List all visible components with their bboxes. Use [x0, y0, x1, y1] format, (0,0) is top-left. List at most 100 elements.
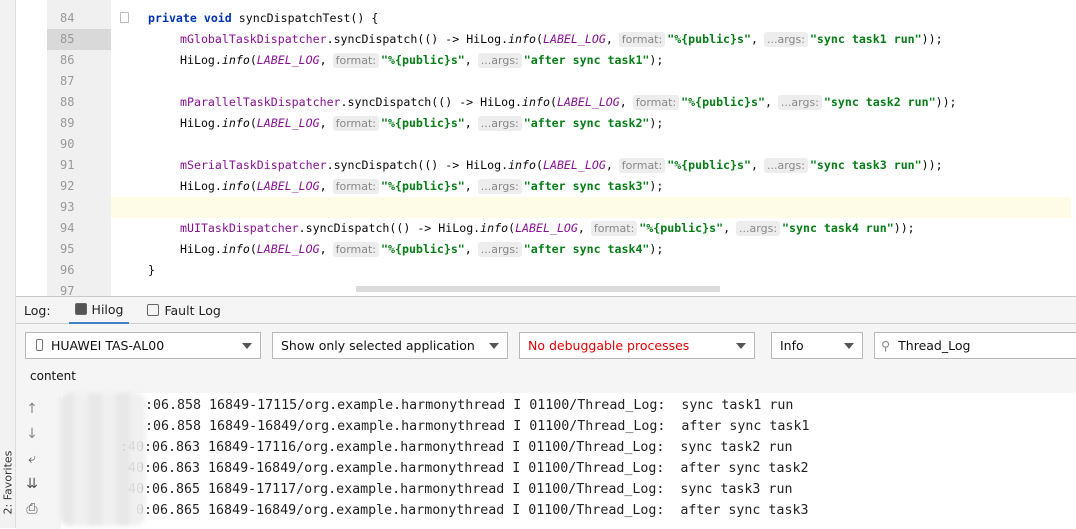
- code-token: info: [221, 53, 250, 67]
- print-icon[interactable]: ⎙: [24, 501, 40, 517]
- hilog-icon: [74, 303, 87, 315]
- code-token: (: [249, 242, 257, 256]
- code-token: "sync task2 run": [823, 95, 936, 109]
- code-token: "%{public}s": [381, 179, 465, 193]
- chevron-down-icon: [736, 343, 746, 349]
- code-line[interactable]: mUITaskDispatcher.syncDispatch(() -> HiL…: [116, 218, 1076, 239]
- code-token: ,: [464, 179, 472, 193]
- code-line[interactable]: }: [116, 260, 1076, 281]
- code-token: (: [249, 179, 257, 193]
- code-token: (: [508, 221, 516, 235]
- code-line[interactable]: [116, 71, 1076, 92]
- log-label: Log:: [24, 302, 51, 318]
- log-row[interactable]: 40:06.863 16849-16849/org.example.harmon…: [128, 458, 808, 479]
- code-token: ,: [319, 242, 327, 256]
- parameter-hint: ...args:: [736, 221, 781, 236]
- favorites-tool-button[interactable]: 2: Favorites: [0, 440, 16, 528]
- log-level-dropdown[interactable]: Info: [771, 332, 863, 359]
- tab-hilog[interactable]: Hilog: [68, 297, 130, 324]
- code-token: (: [549, 95, 557, 109]
- line-number: 93: [60, 200, 75, 214]
- soft-wrap-icon[interactable]: ⤶: [24, 451, 40, 467]
- process-dropdown[interactable]: No debuggable processes: [519, 332, 755, 359]
- code-token: "%{public}s": [667, 158, 751, 172]
- arrow-down-icon[interactable]: ↓: [24, 426, 40, 442]
- phone-icon: [36, 339, 43, 351]
- parameter-hint: format:: [332, 242, 380, 257]
- code-token: (: [536, 158, 543, 172]
- log-search-input[interactable]: ⚲ Thread_Log: [874, 332, 1076, 359]
- line-number: 84: [60, 11, 75, 25]
- code-line[interactable]: HiLog.info(LABEL_LOG, format: "%{public}s"…: [116, 113, 1076, 134]
- code-line[interactable]: mParallelTaskDispatcher.syncDispatch(() …: [116, 92, 1076, 113]
- chevron-down-icon: [489, 343, 499, 349]
- horizontal-scrollbar[interactable]: [356, 286, 720, 292]
- code-token: (: [249, 53, 257, 67]
- favorites-label: 2: Favorites: [1, 450, 15, 515]
- line-number: 92: [60, 179, 75, 193]
- code-token: ,: [319, 179, 327, 193]
- chevron-down-icon: [844, 343, 854, 349]
- log-level-value: Info: [780, 338, 804, 353]
- log-side-toolbar: ↑ ↓ ⤶ ⇊ ⎙: [16, 393, 61, 529]
- code-token: "%{public}s": [381, 242, 465, 256]
- log-row[interactable]: :06.858 16849-16849/org.example.harmonyt…: [145, 416, 809, 437]
- code-token: ,: [464, 53, 472, 67]
- filter-mode-dropdown[interactable]: Show only selected application: [272, 332, 508, 359]
- tab-fault-log[interactable]: Fault Log: [141, 297, 226, 324]
- code-token: "sync task4 run": [782, 221, 894, 235]
- arrow-up-icon[interactable]: ↑: [24, 401, 40, 417]
- code-token: mGlobalTaskDispatcher: [180, 32, 327, 46]
- code-editor[interactable]: 84 private void syncDispatchTest() {85 mGl…: [16, 0, 1076, 296]
- code-token: "%{public}s": [639, 221, 724, 235]
- code-token: LABEL_LOG: [556, 95, 620, 109]
- code-token: );: [649, 53, 664, 67]
- code-line[interactable]: HiLog.info(LABEL_LOG, format: "%{public}s"…: [116, 176, 1076, 197]
- code-line[interactable]: mSerialTaskDispatcher.syncDispatch(() ->…: [116, 155, 1076, 176]
- scroll-to-end-icon[interactable]: ⇊: [24, 476, 40, 492]
- code-token: ,: [723, 221, 731, 235]
- parameter-hint: format:: [590, 221, 638, 236]
- code-line[interactable]: HiLog.info(LABEL_LOG, format: "%{public}s"…: [116, 50, 1076, 71]
- line-number: 88: [60, 95, 75, 109]
- parameter-hint: ...args:: [763, 158, 808, 173]
- code-token: ,: [750, 32, 758, 46]
- code-token: .syncDispatch(() -> HiLog.: [326, 158, 509, 172]
- device-dropdown[interactable]: HUAWEI TAS-AL00: [25, 332, 261, 359]
- log-row[interactable]: 0:06.865 16849-16849/org.example.harmony…: [136, 500, 808, 521]
- code-line[interactable]: private void syncDispatchTest() {: [116, 8, 1076, 29]
- code-line[interactable]: HiLog.info(LABEL_LOG, format: "%{public}s"…: [116, 239, 1076, 260]
- code-token: "after sync task3": [523, 179, 650, 193]
- code-token: );: [649, 242, 664, 256]
- parameter-hint: ...args:: [777, 95, 822, 110]
- log-row[interactable]: :06.858 16849-17115/org.example.harmonyt…: [145, 395, 793, 416]
- code-token: ));: [921, 158, 943, 172]
- code-token: info: [221, 242, 250, 256]
- code-line[interactable]: [111, 197, 1071, 218]
- redacted-timestamp-blur: [60, 392, 145, 526]
- code-line[interactable]: mGlobalTaskDispatcher.syncDispatch(() ->…: [116, 29, 1076, 50]
- parameter-hint: format:: [618, 32, 666, 47]
- code-token: "after sync task4": [523, 242, 650, 256]
- code-token: HiLog.: [180, 53, 222, 67]
- code-token: mUITaskDispatcher: [180, 221, 299, 235]
- log-row[interactable]: 40:06.865 16849-17117/org.example.harmon…: [128, 479, 792, 500]
- parameter-hint: format:: [632, 95, 680, 110]
- code-line[interactable]: [116, 134, 1076, 155]
- code-token: "sync task1 run": [809, 32, 922, 46]
- code-token: LABEL_LOG: [515, 221, 578, 235]
- line-number: 97: [60, 284, 75, 296]
- code-token: info: [508, 158, 536, 172]
- log-tabs: Log: Hilog Fault Log: [16, 297, 1076, 324]
- filter-mode-value: Show only selected application: [281, 338, 475, 353]
- code-token: );: [649, 179, 664, 193]
- fault-log-icon: [147, 304, 160, 316]
- log-row[interactable]: :40:06.863 16849-17116/org.example.harmo…: [120, 437, 792, 458]
- code-token: ,: [464, 242, 472, 256]
- search-icon: ⚲: [881, 338, 891, 353]
- code-token: ));: [893, 221, 915, 235]
- code-token: syncDispatchTest() {: [238, 11, 379, 25]
- line-number: 85: [47, 29, 111, 50]
- code-token: info: [522, 95, 550, 109]
- code-token: LABEL_LOG: [256, 242, 320, 256]
